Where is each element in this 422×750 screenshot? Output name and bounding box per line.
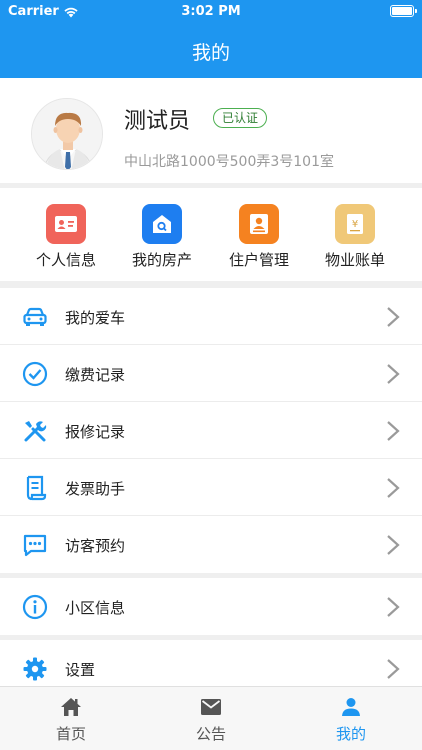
battery-icon (390, 5, 417, 17)
menu-item-label: 小区信息 (65, 599, 126, 617)
menu-item-community-info[interactable]: 小区信息 (0, 578, 422, 635)
tab-announcements[interactable]: 公告 (141, 687, 281, 750)
shortcut-personal-info[interactable]: 个人信息 (21, 204, 111, 274)
menu-item-label: 发票助手 (65, 480, 126, 498)
shortcut-label: 物业账单 (324, 251, 385, 269)
receipt-icon (26, 475, 47, 501)
home-icon (61, 698, 81, 716)
chevron-right-icon (387, 659, 400, 679)
user-name: 测试员 (124, 109, 191, 134)
chevron-right-icon (387, 597, 400, 617)
avatar-person-icon (32, 99, 102, 169)
menu-item-repair-records[interactable]: 报修记录 (0, 402, 422, 459)
tab-label: 公告 (195, 725, 226, 743)
id-card-icon (46, 204, 86, 244)
menu-item-label: 我的爱车 (65, 309, 126, 327)
header-bar: Carrier 3:02 PM 我的 (0, 0, 422, 78)
mail-icon (201, 699, 221, 715)
menu-group-settings: 设置 (0, 640, 422, 686)
menu-item-visitor-booking[interactable]: 访客预约 (0, 516, 422, 573)
chevron-right-icon (387, 535, 400, 555)
menu-item-label: 设置 (65, 661, 96, 679)
tab-bar: 首页 公告 我的 (0, 686, 422, 750)
tab-home[interactable]: 首页 (1, 687, 141, 750)
shortcut-resident-management[interactable]: 住户管理 (214, 204, 304, 274)
verified-badge: 已认证 (213, 108, 268, 128)
check-circle-icon (22, 361, 48, 387)
menu-item-my-car[interactable]: 我的爱车 (0, 288, 422, 345)
user-address: 中山北路1000号500弄3号101室 (124, 154, 334, 170)
car-icon (23, 307, 47, 326)
chevron-right-icon (387, 421, 400, 441)
shortcut-label: 我的房产 (131, 251, 192, 269)
chevron-right-icon (387, 478, 400, 498)
shortcut-label: 个人信息 (35, 251, 96, 269)
tab-mine[interactable]: 我的 (281, 687, 421, 750)
person-icon (342, 698, 360, 716)
info-icon (22, 594, 48, 620)
shortcut-my-property[interactable]: 我的房产 (117, 204, 207, 274)
tools-icon (24, 421, 47, 442)
gear-icon (23, 657, 47, 681)
svg-text:¥: ¥ (352, 219, 358, 230)
shortcut-property-bill[interactable]: ¥ 物业账单 (310, 204, 400, 274)
shortcut-grid: 个人信息 我的房产 住户管理 ¥ 物业账单 (0, 188, 422, 281)
message-icon (23, 534, 47, 557)
bill-icon: ¥ (335, 204, 375, 244)
house-search-icon (142, 204, 182, 244)
menu-group-community: 小区信息 (0, 578, 422, 635)
shortcut-label: 住户管理 (228, 251, 289, 269)
profile-card[interactable]: 测试员 已认证 中山北路1000号500弄3号101室 (0, 78, 422, 183)
avatar[interactable] (31, 98, 103, 170)
menu-item-invoice-assistant[interactable]: 发票助手 (0, 459, 422, 516)
menu-item-label: 报修记录 (65, 423, 126, 441)
menu-group-services: 我的爱车 缴费记录 报修记录 发票助手 访客预约 (0, 288, 422, 573)
status-bar: Carrier 3:02 PM (0, 0, 422, 24)
status-time: 3:02 PM (181, 4, 241, 19)
menu-item-settings[interactable]: 设置 (0, 640, 422, 686)
menu-item-label: 缴费记录 (65, 366, 126, 384)
chevron-right-icon (387, 307, 400, 327)
menu-item-label: 访客预约 (65, 537, 126, 555)
resident-icon (239, 204, 279, 244)
tab-label: 首页 (55, 725, 86, 743)
chevron-right-icon (387, 364, 400, 384)
page-title: 我的 (191, 42, 230, 64)
menu-item-payment-records[interactable]: 缴费记录 (0, 345, 422, 402)
tab-label: 我的 (335, 725, 366, 743)
